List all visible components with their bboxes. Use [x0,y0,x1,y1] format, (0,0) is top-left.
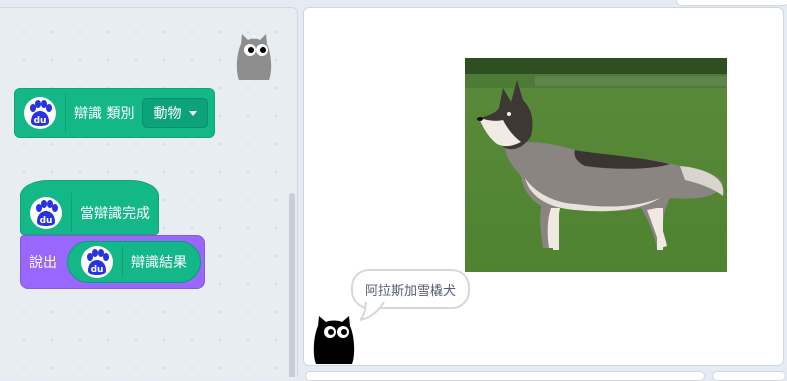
svg-text:du: du [91,265,104,275]
when-recognition-done-hat-block[interactable]: du 當辯識完成 [20,180,159,235]
top-panel-edge [676,0,787,6]
when-recognition-done-label: 當辯識完成 [80,205,150,222]
block-divider [122,246,123,278]
code-area-scrollbar[interactable] [289,193,295,377]
recognize-category-block[interactable]: du 辯識 類別 動物 [14,88,215,138]
stage-pane-edge [712,371,786,381]
svg-text:+: + [251,34,256,41]
svg-text:du: du [40,216,53,226]
recognize-category-label: 辯識 類別 [74,106,135,122]
baidu-paw-icon: du [81,246,113,278]
speech-text: 阿拉斯加雪橇犬 [365,283,457,299]
block-divider [71,193,72,232]
sprite-thumbnail-icon: + [236,34,272,80]
say-block[interactable]: 說出 du 辯識結果 [20,235,205,289]
category-dropdown-value: 動物 [153,106,182,122]
baidu-paw-icon: du [30,196,62,229]
category-dropdown[interactable]: 動物 [142,98,209,128]
stage[interactable]: 阿拉斯加雪橇犬 + [303,7,784,366]
recognition-result-label: 辯識結果 [131,255,187,271]
husky-dog-photo [465,58,727,272]
block-divider [65,93,66,133]
sprite-pane-edge [305,371,705,381]
dropdown-caret-icon [189,110,198,116]
baidu-paw-icon: du [24,97,56,129]
svg-text:du: du [34,116,47,126]
say-label: 說出 [29,255,57,271]
cat-sprite-icon[interactable]: + [312,310,356,366]
code-area[interactable]: + du 辯識 類別 動物 du 當辯識完成 說出 du 辯識結果 [0,7,298,377]
svg-text:+: + [332,315,337,322]
speech-bubble-tail [360,298,385,322]
recognition-result-reporter[interactable]: du 辯識結果 [67,241,201,283]
